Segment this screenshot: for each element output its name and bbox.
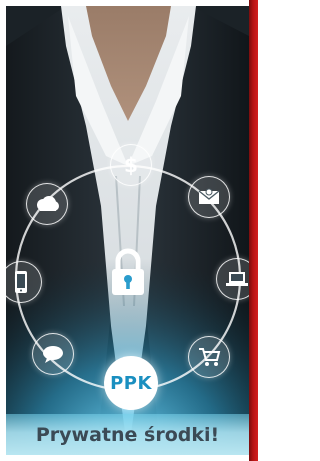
ad-frame: $ PPK Prywatne środki!: [0, 0, 258, 461]
cloud-icon: [26, 183, 68, 225]
ppk-label: PPK: [110, 372, 152, 394]
svg-text:$: $: [124, 153, 138, 177]
dollar-icon: $: [110, 144, 152, 186]
red-side-border: [249, 0, 258, 461]
tagline-banner: Prywatne środki!: [6, 414, 249, 455]
ppk-badge: PPK: [104, 356, 158, 410]
email-icon: [188, 176, 230, 218]
chat-bubble-icon: [32, 333, 74, 375]
ad-scene: $ PPK Prywatne środki!: [6, 6, 249, 455]
tagline-text: Prywatne środki!: [35, 423, 220, 446]
padlock-icon: [112, 248, 144, 295]
shopping-cart-icon: [188, 336, 230, 378]
